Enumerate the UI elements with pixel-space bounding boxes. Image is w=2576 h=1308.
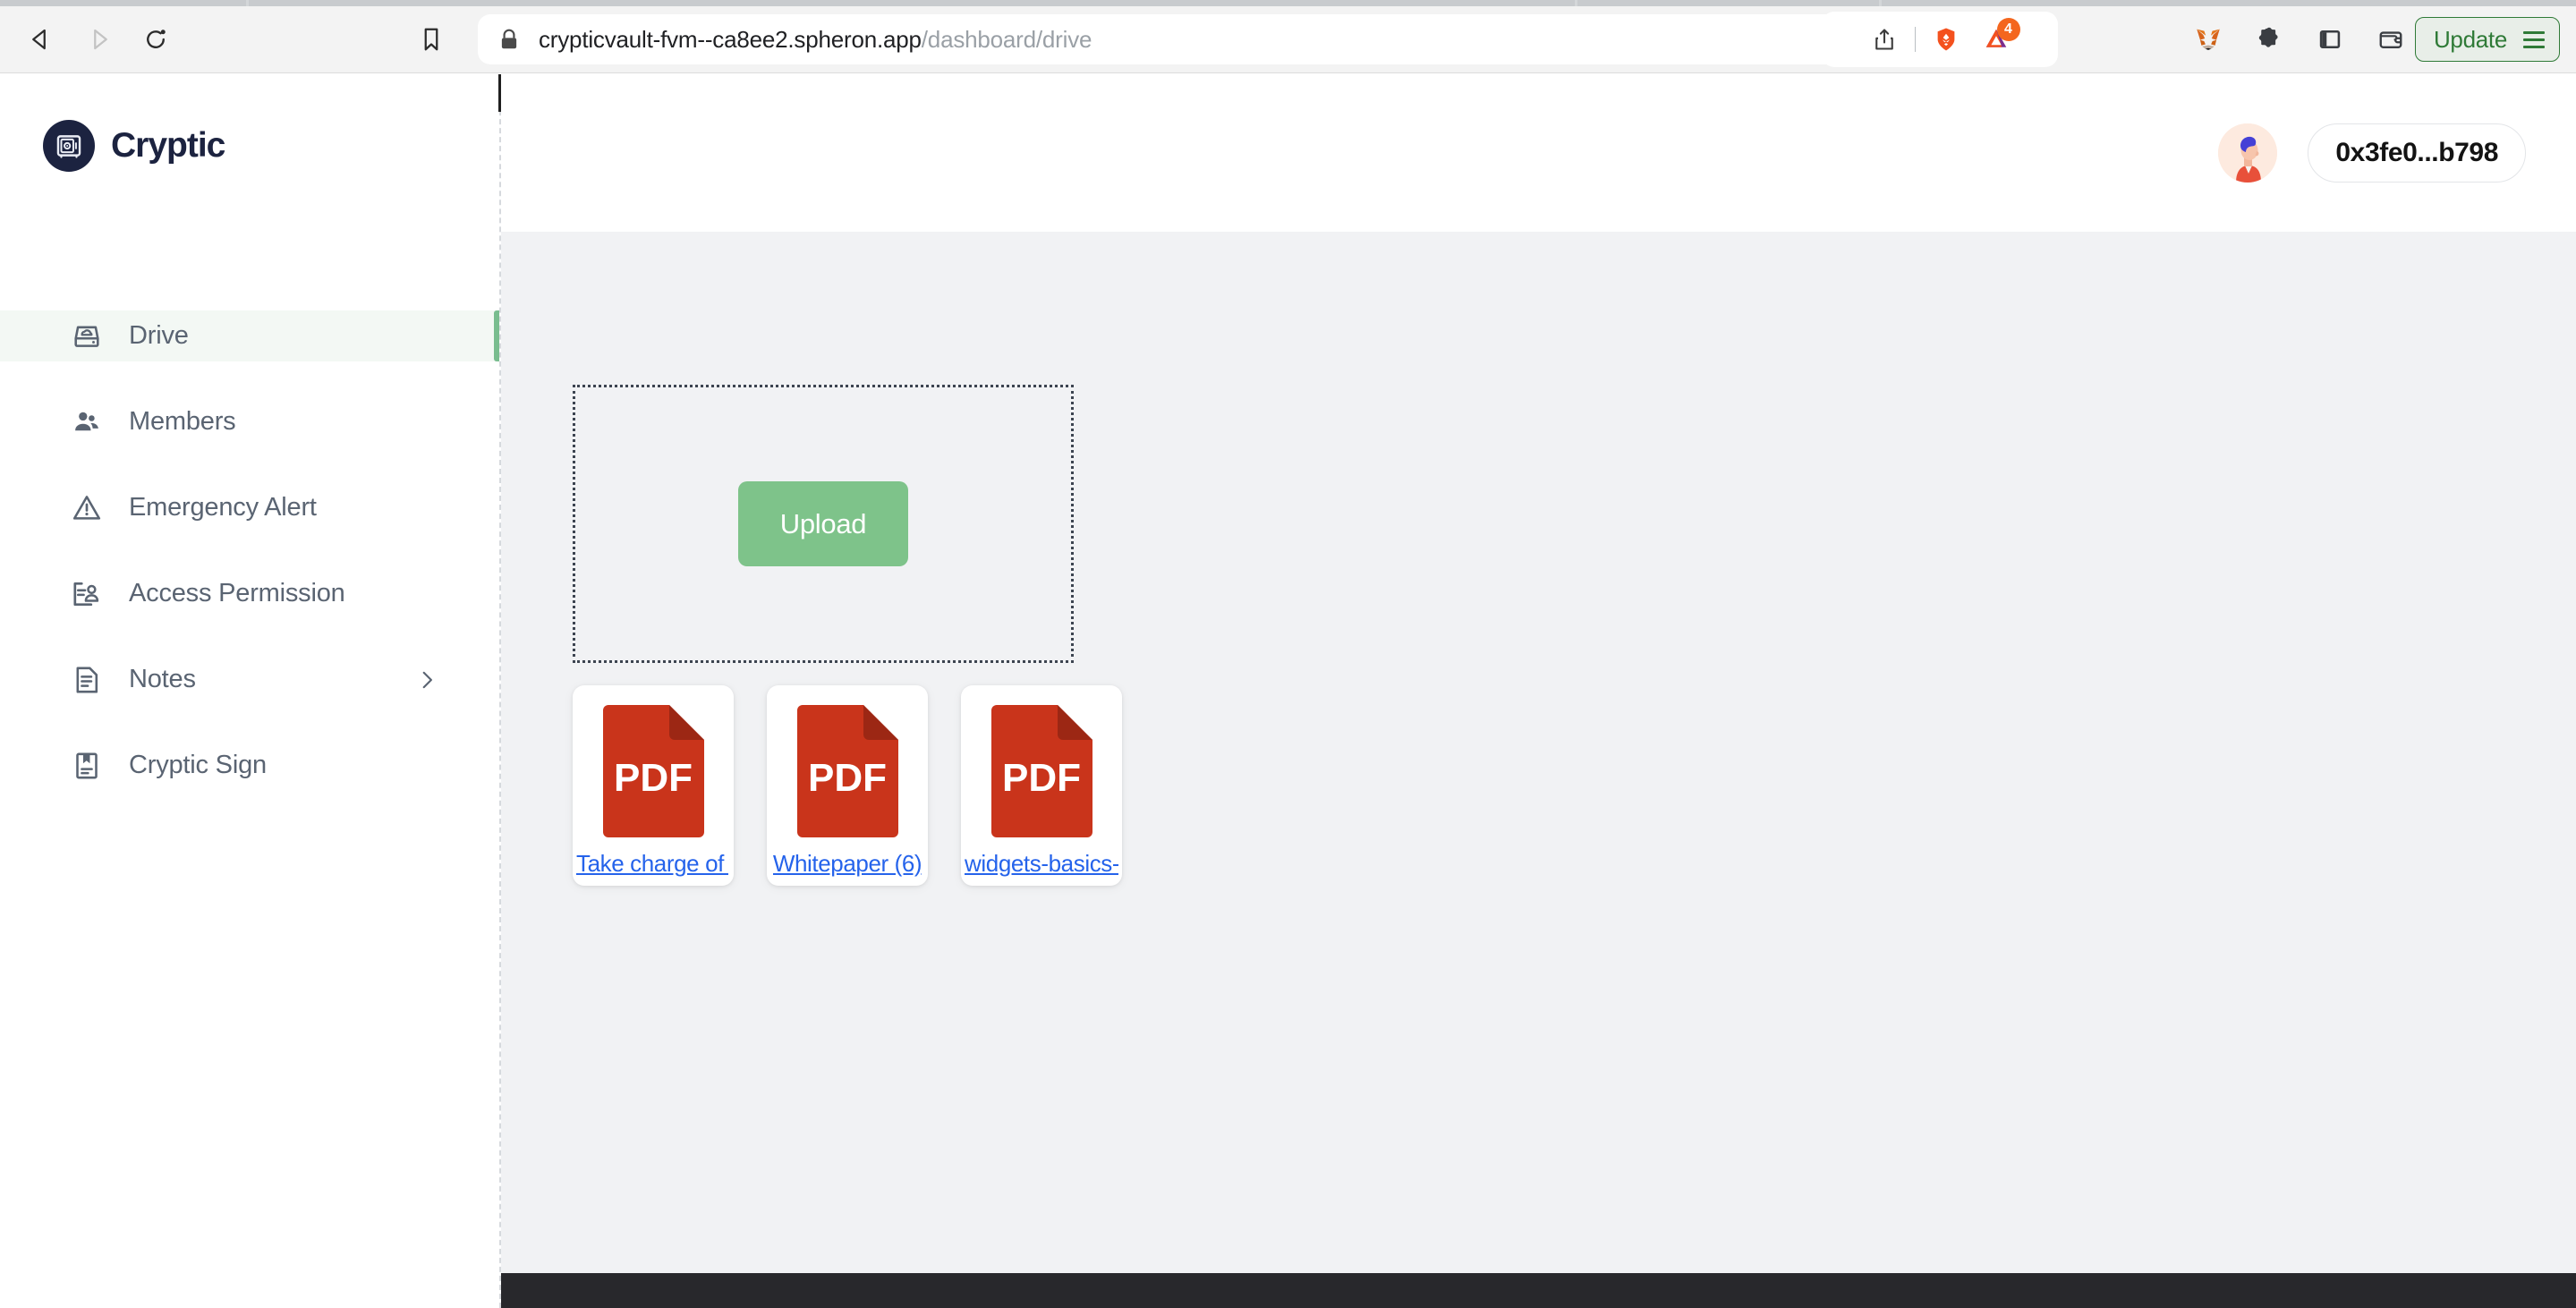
document-bookmark-icon <box>70 749 104 783</box>
sidebar-item-label: Drive <box>129 321 189 350</box>
brave-shields-lion-icon <box>1937 28 1954 51</box>
svg-text:PDF: PDF <box>614 756 693 800</box>
upload-dropzone[interactable]: Upload <box>573 385 1074 663</box>
reload-button[interactable] <box>136 20 175 59</box>
upload-button[interactable]: Upload <box>738 481 908 566</box>
pdf-file-icon: PDF <box>990 705 1092 837</box>
drive-content: Upload PDF Take charge of yo... PDF <box>501 232 2576 1308</box>
warning-triangle-icon <box>70 491 104 525</box>
tab-segment[interactable] <box>0 0 246 6</box>
sidebar-toggle-button[interactable] <box>2305 14 2355 64</box>
update-button[interactable]: Update <box>2414 17 2560 62</box>
sidebar-item-emergency-alert[interactable]: Emergency Alert <box>0 482 499 533</box>
sidebar-item-label: Cryptic Sign <box>129 751 267 779</box>
sidebar-item-label: Emergency Alert <box>129 493 317 522</box>
url-path: /dashboard/drive <box>921 25 1092 53</box>
sidebar-item-label: Members <box>129 407 236 436</box>
toolbar-divider <box>1914 27 1916 52</box>
top-bar: 0x3fe0...b798 <box>501 74 2576 232</box>
browser-tab-strip[interactable] <box>0 0 2576 6</box>
page-viewport: Cryptic Drive Members Emergency Alert Ac… <box>0 74 2576 1308</box>
app-sidebar: Cryptic Drive Members Emergency Alert Ac… <box>0 74 499 1308</box>
sidebar-item-access-permission[interactable]: Access Permission <box>0 568 499 619</box>
metamask-extension-button[interactable] <box>2183 14 2233 64</box>
chevron-right-icon[interactable] <box>415 668 438 692</box>
user-avatar-illustration <box>2218 123 2278 183</box>
brave-shields-button[interactable] <box>1921 14 1971 64</box>
file-card[interactable]: PDF Whitepaper (6) <box>767 685 928 886</box>
address-bar[interactable]: crypticvault-fvm--ca8ee2.spheron.app/das… <box>478 14 2040 64</box>
forward-button[interactable] <box>79 20 118 59</box>
avatar[interactable] <box>2218 123 2278 183</box>
extensions-button[interactable] <box>2244 14 2294 64</box>
wallet-address-pill[interactable]: 0x3fe0...b798 <box>2308 123 2526 183</box>
update-button-label: Update <box>2433 25 2507 53</box>
app-logo[interactable]: Cryptic <box>43 120 225 172</box>
sidebar-item-members[interactable]: Members <box>0 396 499 447</box>
metamask-fox-icon <box>2197 29 2220 50</box>
back-button[interactable] <box>21 20 61 59</box>
tab-segment[interactable] <box>1882 0 2576 6</box>
sidebar-item-cryptic-sign[interactable]: Cryptic Sign <box>0 740 499 791</box>
file-name-link[interactable]: widgets-basics-c... <box>965 850 1118 878</box>
wallet-button[interactable] <box>2366 14 2416 64</box>
sidebar-nav: Drive Members Emergency Alert Access Per… <box>0 310 499 791</box>
tab-segment[interactable] <box>249 0 1575 6</box>
svg-text:PDF: PDF <box>1002 756 1081 800</box>
reload-icon <box>147 30 166 48</box>
puzzle-piece-icon <box>2258 27 2278 47</box>
bookmark-icon <box>424 28 438 51</box>
vault-safe-icon <box>43 120 95 172</box>
cloud-drive-icon <box>70 319 104 353</box>
sidebar-item-notes[interactable]: Notes <box>0 654 499 705</box>
file-card[interactable]: PDF Take charge of yo... <box>573 685 734 886</box>
bookmark-button[interactable] <box>412 20 451 59</box>
back-arrow-icon <box>32 29 46 50</box>
sidebar-item-label: Notes <box>129 665 196 693</box>
id-card-person-icon <box>70 577 104 611</box>
tab-segment[interactable] <box>1577 0 1879 6</box>
people-icon <box>70 405 104 439</box>
file-card[interactable]: PDF widgets-basics-c... <box>961 685 1122 886</box>
wallet-address-text: 0x3fe0...b798 <box>2335 138 2498 167</box>
url-text: crypticvault-fvm--ca8ee2.spheron.app/das… <box>539 26 1092 54</box>
lock-icon <box>497 28 521 51</box>
svg-text:PDF: PDF <box>808 756 887 800</box>
wallet-icon <box>2379 31 2402 48</box>
pdf-file-icon: PDF <box>602 705 704 837</box>
sidebar-item-drive[interactable]: Drive <box>0 310 499 361</box>
pdf-file-icon: PDF <box>796 705 898 837</box>
forward-arrow-icon <box>94 29 107 50</box>
sidebar-panel-icon <box>2319 30 2341 49</box>
share-button[interactable] <box>1859 14 1909 64</box>
file-name-link[interactable]: Take charge of yo... <box>576 850 730 878</box>
file-name-link[interactable]: Whitepaper (6) <box>773 850 922 878</box>
document-lines-icon <box>70 663 104 697</box>
browser-extension-icons <box>2183 14 2416 64</box>
main-content: 0x3fe0...b798 Upload PDF Take charge of … <box>501 74 2576 1308</box>
address-bar-actions: 4 <box>1822 12 2058 67</box>
browser-toolbar: crypticvault-fvm--ca8ee2.spheron.app/das… <box>0 6 2576 73</box>
app-logo-text: Cryptic <box>111 126 225 165</box>
url-host: crypticvault-fvm--ca8ee2.spheron.app <box>539 25 922 53</box>
sidebar-item-label: Access Permission <box>129 579 345 607</box>
page-footer-bar <box>501 1273 2576 1308</box>
share-icon <box>1875 29 1893 50</box>
hamburger-menu-icon[interactable] <box>2523 30 2545 48</box>
file-grid: PDF Take charge of yo... PDF Whitepaper … <box>573 685 1122 886</box>
rewards-badge: 4 <box>1996 18 2020 41</box>
brave-rewards-button[interactable]: 4 <box>1971 14 2021 64</box>
